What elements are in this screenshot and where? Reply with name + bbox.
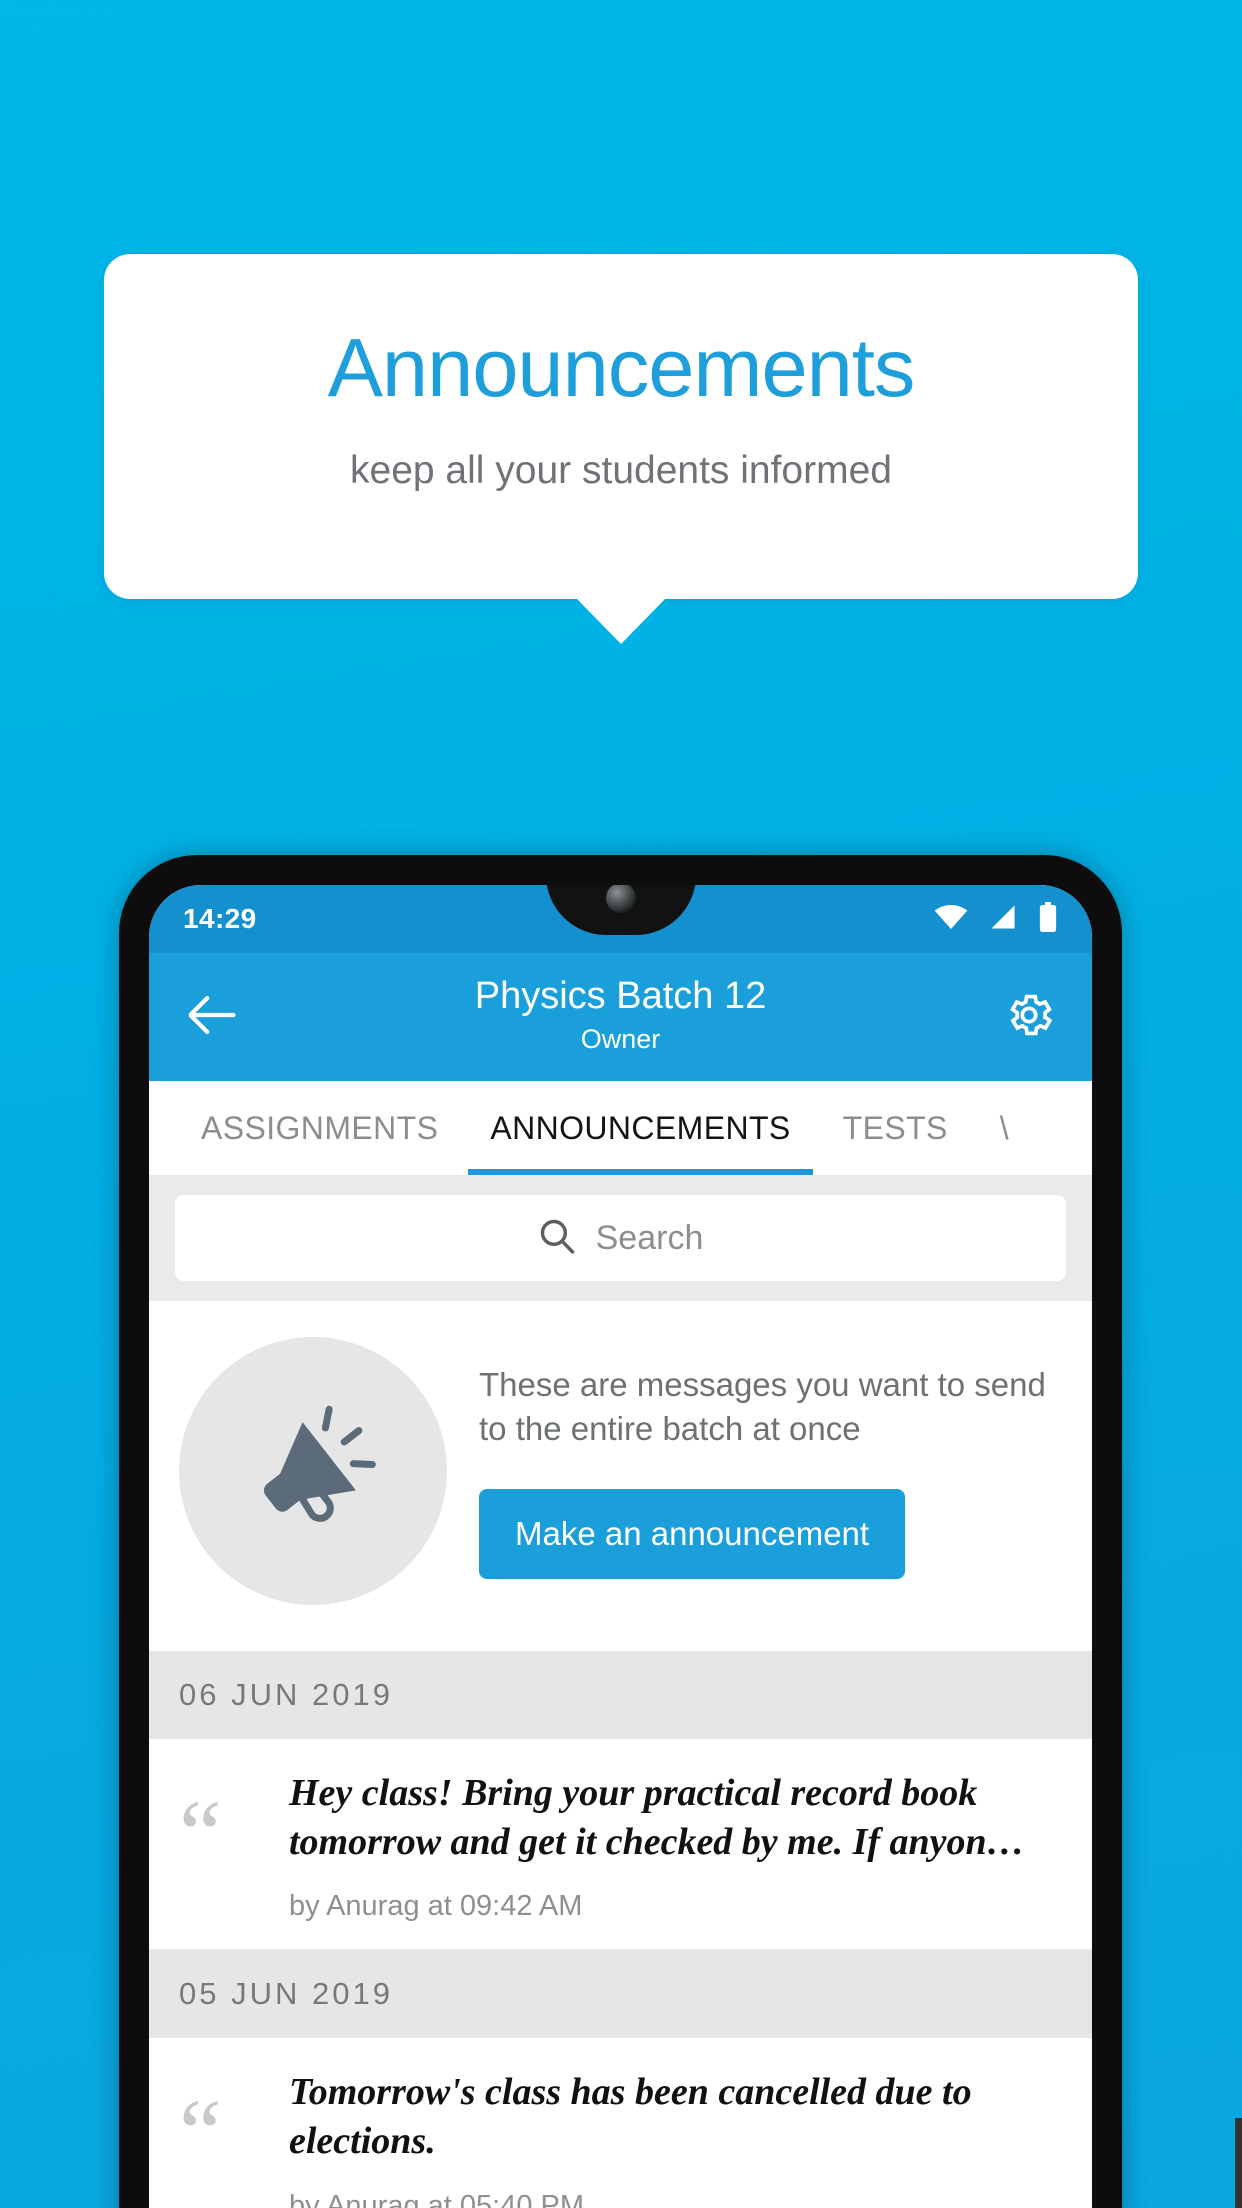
- promo-bubble: Announcements keep all your students inf…: [104, 254, 1138, 644]
- quote-icon: “: [179, 1780, 222, 1887]
- tab-overflow[interactable]: \: [974, 1081, 1035, 1175]
- gear-icon: [1003, 989, 1055, 1046]
- announcement-item[interactable]: “ Hey class! Bring your practical record…: [149, 1739, 1092, 1951]
- search-input[interactable]: Search: [175, 1195, 1066, 1281]
- empty-state: These are messages you want to send to t…: [149, 1301, 1092, 1651]
- back-button[interactable]: [179, 984, 245, 1050]
- tab-label: \: [999, 1109, 1010, 1146]
- tab-tests[interactable]: TESTS: [817, 1081, 974, 1175]
- camera-notch: [545, 885, 696, 935]
- announcement-body: Tomorrow's class has been cancelled due …: [283, 2068, 1062, 2208]
- megaphone-icon: [247, 1403, 379, 1540]
- app-bar-titles: Physics Batch 12 Owner: [245, 974, 996, 1059]
- announcement-item[interactable]: “ Tomorrow's class has been cancelled du…: [149, 2038, 1092, 2208]
- wifi-icon: [934, 904, 968, 935]
- empty-state-message: These are messages you want to send to t…: [479, 1366, 1046, 1447]
- tab-assignments[interactable]: ASSIGNMENTS: [175, 1081, 464, 1175]
- empty-state-body: These are messages you want to send to t…: [457, 1363, 1062, 1579]
- date-header: 06 JUN 2019: [149, 1651, 1092, 1739]
- page-title: Announcements: [327, 321, 916, 414]
- date-header: 05 JUN 2019: [149, 1950, 1092, 2039]
- tab-label: ASSIGNMENTS: [201, 1109, 439, 1146]
- cell-signal-icon: [988, 904, 1018, 935]
- settings-button[interactable]: [996, 984, 1062, 1050]
- tab-bar: ASSIGNMENTS ANNOUNCEMENTS TESTS \: [149, 1081, 1092, 1175]
- announcement-text: Tomorrow's class has been cancelled due …: [289, 2071, 972, 2162]
- back-arrow-icon: [187, 995, 237, 1040]
- announcement-body: Hey class! Bring your practical record b…: [283, 1769, 1062, 1923]
- tab-label: ANNOUNCEMENTS: [490, 1109, 791, 1146]
- batch-title: Physics Batch 12: [474, 975, 767, 1018]
- front-camera-icon: [605, 885, 636, 913]
- announcement-text: Hey class! Bring your practical record b…: [289, 1772, 1025, 1863]
- empty-state-icon-circle: [179, 1337, 447, 1605]
- search-placeholder: Search: [595, 1218, 704, 1257]
- status-bar: 14:29: [149, 885, 1092, 953]
- tab-label: TESTS: [842, 1109, 948, 1146]
- batch-role: Owner: [580, 1024, 661, 1055]
- search-icon: [538, 1217, 576, 1260]
- bubble-tail-icon: [576, 598, 666, 644]
- quote-icon: “: [179, 2079, 222, 2187]
- announcement-meta: by Anurag at 05:40 PM: [289, 2189, 585, 2208]
- status-icons: [934, 901, 1058, 937]
- app-bar: Physics Batch 12 Owner: [149, 953, 1092, 1081]
- search-area: Search: [149, 1175, 1092, 1301]
- announcement-meta: by Anurag at 09:42 AM: [289, 1890, 583, 1923]
- tab-announcements[interactable]: ANNOUNCEMENTS: [464, 1081, 816, 1175]
- phone-screen: 14:29 Physics Batch 12 Owner ASSIGNMENTS…: [149, 885, 1092, 2208]
- phone-frame: 14:29 Physics Batch 12 Owner ASSIGNMENTS…: [119, 855, 1242, 2208]
- phone-volume-button[interactable]: [1235, 2118, 1242, 2208]
- make-announcement-button[interactable]: Make an announcement: [479, 1488, 906, 1579]
- page-subtitle: keep all your students informed: [350, 449, 892, 492]
- battery-icon: [1038, 901, 1058, 937]
- status-clock: 14:29: [183, 903, 257, 934]
